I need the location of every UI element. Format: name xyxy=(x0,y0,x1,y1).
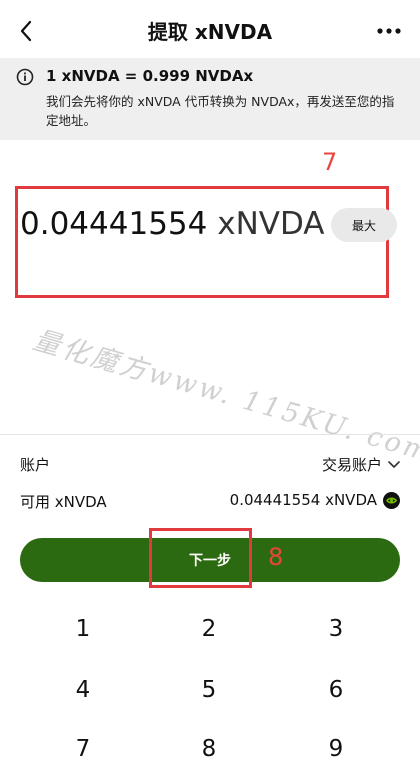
available-value: 0.04441554 xNVDA xyxy=(229,491,377,509)
key-9[interactable]: 9 xyxy=(286,729,386,769)
available-row: 可用 xNVDA 0.04441554 xNVDA xyxy=(20,491,400,515)
more-dots-icon xyxy=(377,28,401,34)
page-title: 提取 xNVDA xyxy=(147,20,273,44)
conversion-rate: 1 xNVDA = 0.999 NVDAx xyxy=(46,67,254,85)
chevron-down-icon xyxy=(388,460,400,468)
highlight-box-amount xyxy=(15,186,389,298)
key-4[interactable]: 4 xyxy=(33,670,133,710)
max-button[interactable]: 最大 xyxy=(331,208,397,242)
divider xyxy=(0,434,420,435)
annotation-number-7: 7 xyxy=(322,148,338,176)
key-5[interactable]: 5 xyxy=(159,670,259,710)
account-value: 交易账户 xyxy=(321,456,382,474)
amount-value: 0.04441554 xyxy=(20,206,208,242)
key-8[interactable]: 8 xyxy=(159,729,259,769)
key-7[interactable]: 7 xyxy=(33,729,133,769)
watermark-text: 量化魔方www. 115KU. com xyxy=(29,324,420,469)
more-options-button[interactable] xyxy=(372,16,406,46)
amount-unit: xNVDA xyxy=(217,206,325,242)
highlight-box-next xyxy=(149,528,252,588)
key-6[interactable]: 6 xyxy=(286,670,386,710)
account-selector[interactable]: 交易账户 xyxy=(322,454,400,475)
key-1[interactable]: 1 xyxy=(33,609,133,649)
annotation-number-8: 8 xyxy=(268,543,284,571)
info-icon xyxy=(16,68,34,86)
account-row[interactable]: 账户 交易账户 xyxy=(20,454,400,478)
conversion-description: 我们会先将你的 xNVDA 代币转换为 NVDAx，再发送至您的指定地址。 xyxy=(46,94,395,128)
key-3[interactable]: 3 xyxy=(286,609,386,649)
account-label: 账户 xyxy=(20,456,51,474)
conversion-info-banner: 1 xNVDA = 0.999 NVDAx 我们会先将你的 xNVDA 代币转换… xyxy=(0,58,420,140)
key-2[interactable]: 2 xyxy=(159,609,259,649)
nvidia-logo-icon xyxy=(383,491,400,509)
amount-display[interactable]: 0.04441554 xNVDA xyxy=(20,206,325,242)
available-label: 可用 xNVDA xyxy=(20,493,107,511)
top-bar: 提取 xNVDA xyxy=(0,0,420,62)
